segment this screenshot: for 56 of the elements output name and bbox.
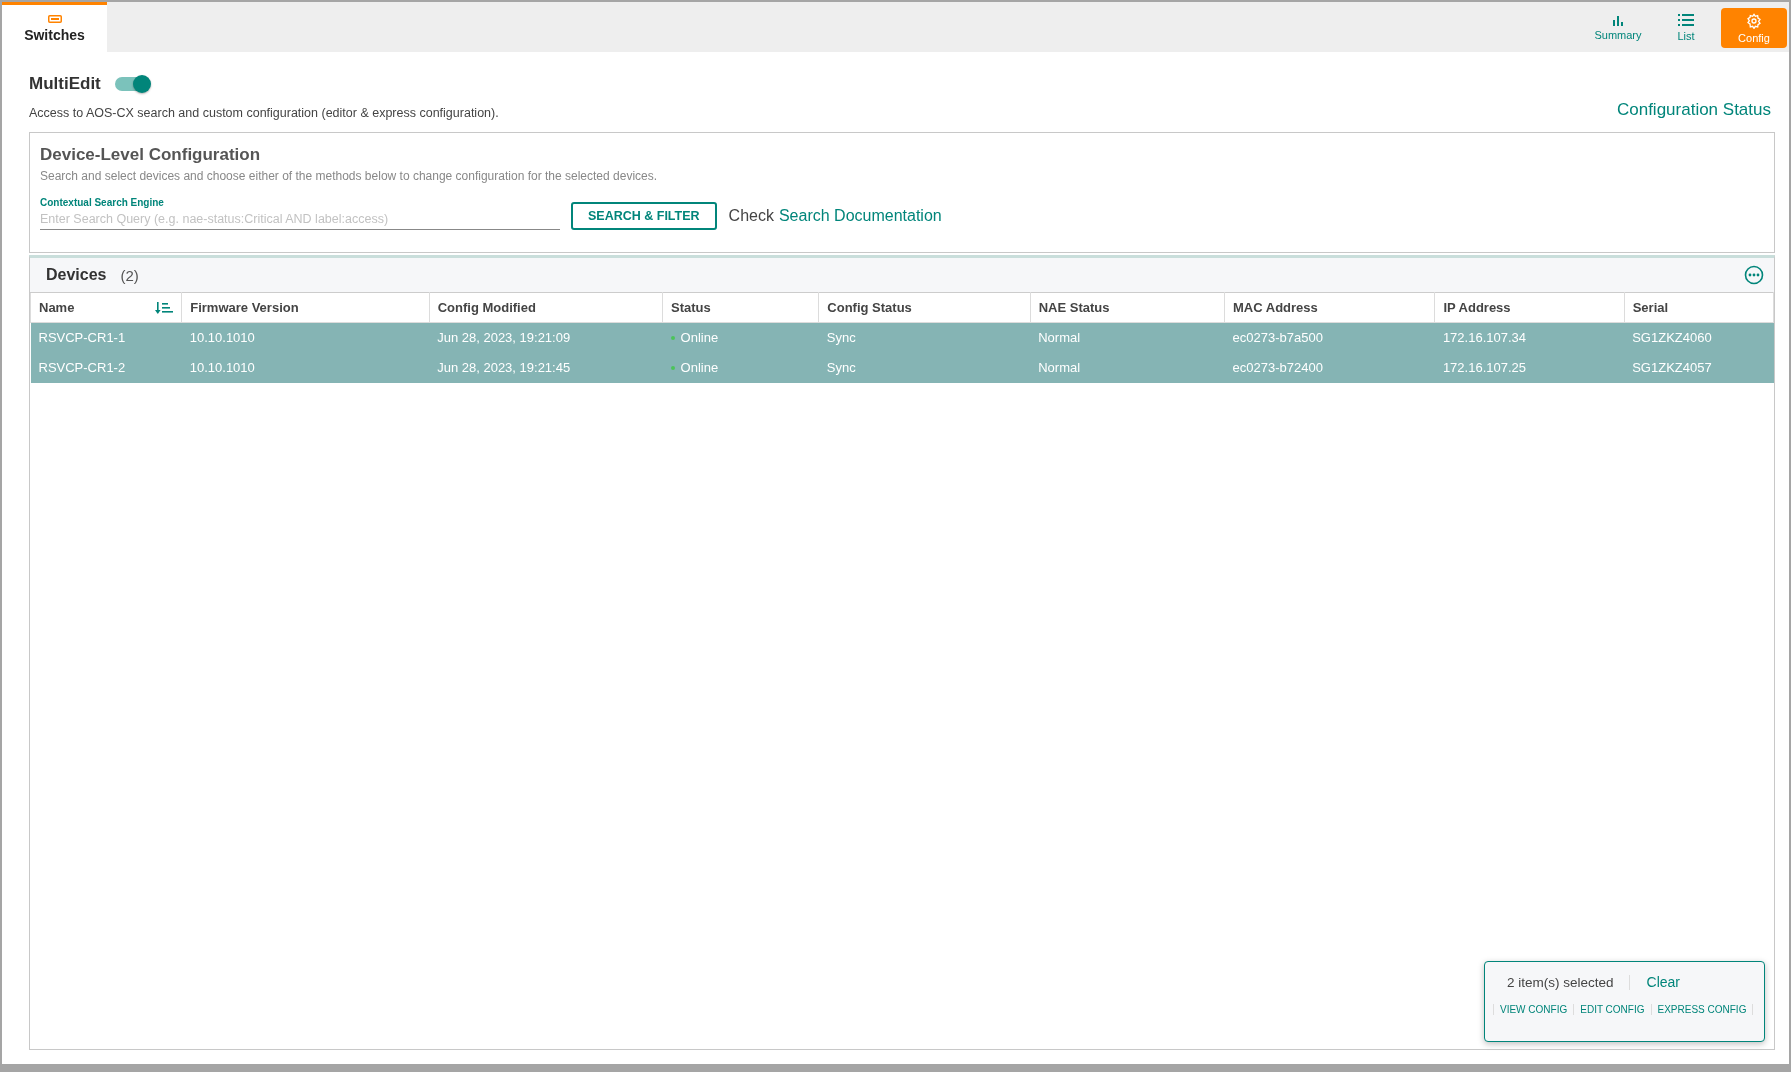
switches-tab[interactable]: Switches [2, 2, 107, 52]
bar-chart-icon [1612, 15, 1624, 26]
table-cell: 172.16.107.34 [1442, 330, 1526, 346]
search-filter-button[interactable]: SEARCH & FILTER [571, 202, 717, 230]
multiedit-label: MultiEdit [29, 74, 101, 94]
check-text: Check [728, 207, 774, 225]
config-action-link[interactable]: EXPRESS CONFIG [1650, 1004, 1754, 1015]
search-field-label: Contextual Search Engine [40, 197, 165, 208]
devices-count: (2) [120, 266, 139, 284]
table-cell: 10.10.1010 [189, 360, 255, 375]
view-button[interactable]: List [1653, 8, 1719, 48]
view-button[interactable]: Config [1721, 8, 1787, 48]
panel-subtitle: Search and select devices and choose either of the methods below to change configuration for the selected devices. [40, 169, 659, 183]
table-cell: RSVCP-CR1-2 [38, 360, 126, 375]
list-icon [1678, 14, 1694, 27]
table-cell: Online [680, 360, 719, 375]
column-header[interactable]: Serial [1624, 292, 1774, 323]
column-header[interactable]: NAE Status [1030, 292, 1225, 323]
table-cell: RSVCP-CR1-1 [38, 330, 126, 346]
column-header[interactable]: Config Status [818, 292, 1031, 323]
multiedit-description: Access to AOS-CX search and custom configuration (editor & express configuration). [29, 106, 499, 120]
search-field[interactable]: Enter Search Query (e.g. nae-status:Critical AND label:access) [40, 208, 560, 230]
table-cell: Sync [826, 360, 856, 375]
column-header[interactable]: Name [30, 292, 182, 323]
config-action-link[interactable]: VIEW CONFIG [1493, 1004, 1574, 1015]
table-cell: Online [680, 330, 719, 346]
column-header[interactable]: Status [662, 292, 819, 323]
configuration-status-link[interactable]: Configuration Status [1616, 100, 1771, 120]
table-cell: 172.16.107.25 [1442, 360, 1526, 375]
table-cell: SG1ZKZ4060 [1632, 330, 1712, 346]
column-header[interactable]: Config Modified [429, 292, 663, 323]
settings-icon [1746, 12, 1762, 29]
column-header-label: Name [39, 300, 75, 315]
table-cell: Jun 28, 2023, 19:21:45 [437, 360, 571, 375]
column-header[interactable]: Firmware Version [181, 292, 430, 323]
more-options-icon[interactable] [1744, 265, 1764, 285]
switch-icon [47, 14, 62, 23]
multiedit-toggle[interactable] [114, 77, 149, 91]
column-header[interactable]: IP Address [1434, 292, 1625, 323]
table-cell: SG1ZKZ4057 [1632, 360, 1712, 375]
column-header[interactable]: MAC Address [1224, 292, 1435, 323]
table-cell: 10.10.1010 [189, 330, 255, 346]
sort-icon[interactable] [155, 301, 174, 314]
table-cell: Normal [1038, 330, 1081, 346]
devices-title: Devices [46, 266, 107, 284]
view-button[interactable]: Summary [1585, 8, 1651, 48]
clear-link[interactable]: Clear [1646, 974, 1680, 990]
table-cell: ec0273-b7a500 [1232, 330, 1323, 346]
table-cell: Jun 28, 2023, 19:21:09 [437, 330, 571, 346]
table-cell: Sync [826, 330, 856, 346]
search-documentation-link[interactable]: Search Documentation [778, 207, 942, 225]
selection-count: 2 item(s) selected [1507, 974, 1630, 990]
panel-title: Device-Level Configuration [40, 145, 262, 165]
table-cell: ec0273-b72400 [1232, 360, 1323, 375]
config-action-link[interactable]: EDIT CONFIG [1573, 1004, 1651, 1015]
table-cell: Normal [1038, 360, 1081, 375]
